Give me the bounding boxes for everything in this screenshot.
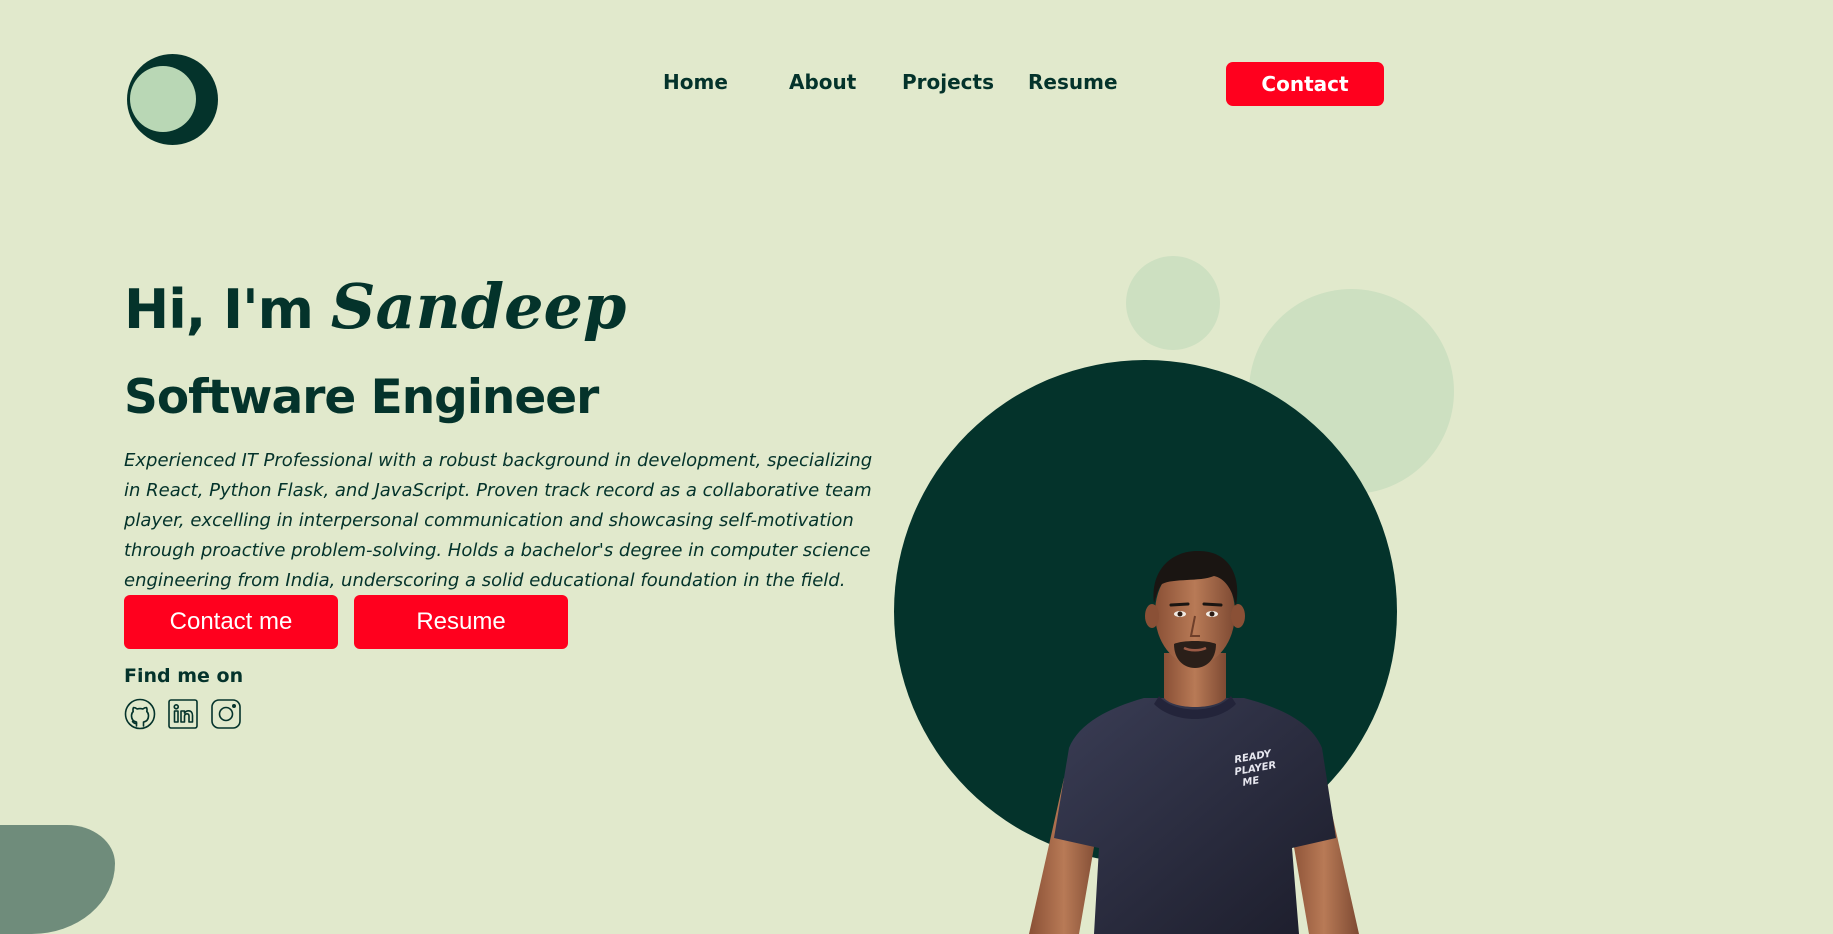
instagram-icon[interactable]: [210, 698, 242, 730]
linkedin-icon[interactable]: [167, 698, 199, 730]
hero-role: Software Engineer: [124, 370, 599, 425]
github-icon[interactable]: [124, 698, 156, 730]
contact-me-button[interactable]: Contact me: [124, 595, 338, 649]
nav-about[interactable]: About: [789, 70, 856, 94]
logo[interactable]: [127, 54, 218, 145]
logo-crescent: [130, 66, 196, 132]
avatar-image: READY PLAYER ME: [1029, 550, 1359, 934]
find-me-label: Find me on: [124, 665, 244, 687]
small-bubble: [1126, 256, 1220, 350]
corner-blob: [0, 825, 115, 934]
nav-home[interactable]: Home: [663, 70, 728, 94]
nav-projects[interactable]: Projects: [902, 70, 994, 94]
resume-button[interactable]: Resume: [354, 595, 568, 649]
hero-name: Sandeep: [330, 270, 627, 343]
hero-bio: Experienced IT Professional with a robus…: [124, 450, 873, 591]
contact-button[interactable]: Contact: [1226, 62, 1384, 106]
hero-greeting: Hi, I'm Sandeep: [124, 262, 626, 355]
greeting-prefix: Hi, I'm: [124, 278, 314, 341]
nav-resume[interactable]: Resume: [1028, 70, 1118, 94]
